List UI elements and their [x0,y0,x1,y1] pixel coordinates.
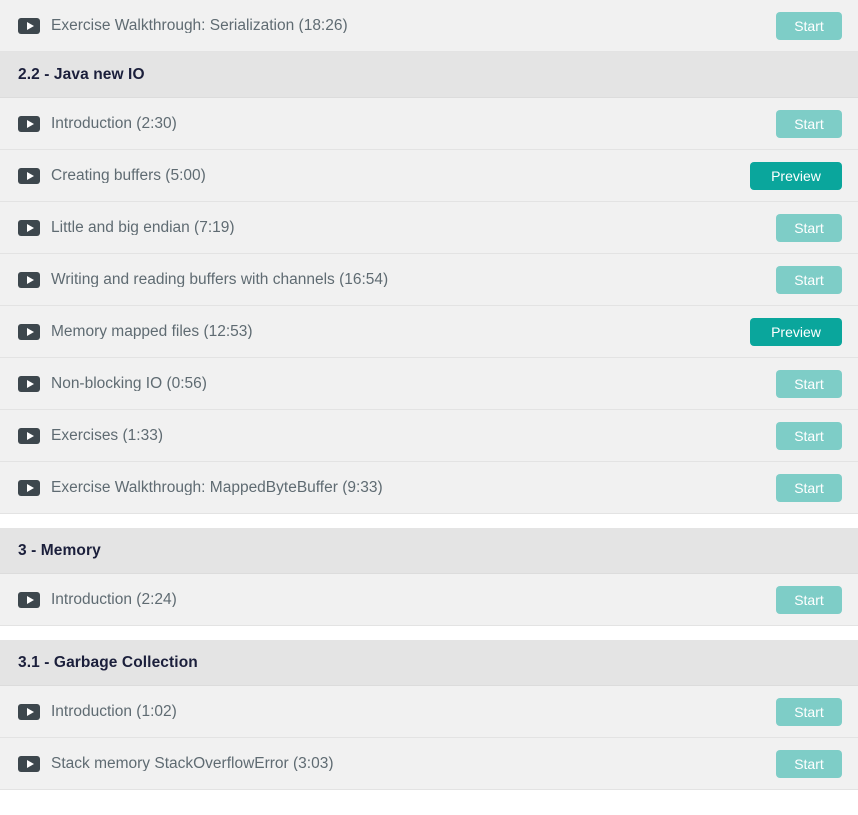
section-header: 3.1 - Garbage Collection [0,640,858,686]
play-badge-icon [18,271,40,288]
preview-button[interactable]: Preview [750,317,842,346]
lecture-label-group: Writing and reading buffers with channel… [18,271,776,288]
lecture-title: Exercises (1:33) [51,427,163,444]
section-header: 2.2 - Java new IO [0,52,858,98]
play-badge-icon [18,479,40,496]
play-badge-icon [18,115,40,132]
lecture-title: Writing and reading buffers with channel… [51,271,389,288]
lecture-row[interactable]: Writing and reading buffers with channel… [0,254,858,306]
lecture-label-group: Exercise Walkthrough: Serialization (18:… [18,17,776,34]
course-curriculum-list: Exercise Walkthrough: Serialization (18:… [0,0,858,790]
lecture-row[interactable]: Stack memory StackOverflowError (3:03) St… [0,738,858,790]
curriculum-section: 2.2 - Java new IO Introduction (2:30) Star… [0,52,858,514]
lecture-title: Introduction (1:02) [51,703,177,720]
play-badge-icon [18,755,40,772]
lecture-label-group: Introduction (1:02) [18,703,776,720]
play-badge-icon [18,167,40,184]
lecture-row[interactable]: Exercise Walkthrough: MappedByteBuffer (… [0,462,858,514]
lecture-row[interactable]: Introduction (2:24) Start [0,574,858,626]
play-badge-icon [18,703,40,720]
lecture-label-group: Introduction (2:24) [18,591,776,608]
lecture-label-group: Non-blocking IO (0:56) [18,375,776,392]
lecture-label-group: Memory mapped files (12:53) [18,323,750,340]
lecture-title: Introduction (2:30) [51,115,177,132]
lecture-row[interactable]: Exercise Walkthrough: Serialization (18:… [0,0,858,52]
section-header-title: 2.2 - Java new IO [18,65,145,83]
lecture-label-group: Exercise Walkthrough: MappedByteBuffer (… [18,479,776,496]
sections-container: 2.2 - Java new IO Introduction (2:30) Star… [0,52,858,790]
play-badge-icon [18,17,40,34]
start-button[interactable]: Start [776,213,842,242]
section-header: 3 - Memory [0,528,858,574]
lecture-label-group: Little and big endian (7:19) [18,219,776,236]
play-badge-icon [18,375,40,392]
lecture-title: Exercise Walkthrough: MappedByteBuffer (… [51,479,383,496]
lecture-row[interactable]: Introduction (1:02) Start [0,686,858,738]
start-button[interactable]: Start [776,369,842,398]
play-badge-icon [18,323,40,340]
lecture-row[interactable]: Exercises (1:33) Start [0,410,858,462]
section-header-title: 3 - Memory [18,541,101,559]
lecture-label-group: Creating buffers (5:00) [18,167,750,184]
start-button[interactable]: Start [776,585,842,614]
lecture-title: Memory mapped files (12:53) [51,323,253,340]
lecture-label-group: Exercises (1:33) [18,427,776,444]
play-badge-icon [18,219,40,236]
start-button[interactable]: Start [776,749,842,778]
start-button[interactable]: Start [776,421,842,450]
curriculum-section: 3 - Memory Introduction (2:24) Start [0,528,858,626]
lecture-label-group: Introduction (2:30) [18,115,776,132]
start-button[interactable]: Start [776,109,842,138]
lecture-title: Creating buffers (5:00) [51,167,206,184]
lecture-row[interactable]: Introduction (2:30) Start [0,98,858,150]
play-badge-icon [18,591,40,608]
lecture-title: Non-blocking IO (0:56) [51,375,207,392]
section-header-title: 3.1 - Garbage Collection [18,653,198,671]
lecture-title: Exercise Walkthrough: Serialization (18:… [51,17,348,34]
curriculum-section: 3.1 - Garbage Collection Introduction (1:… [0,640,858,790]
lecture-title: Stack memory StackOverflowError (3:03) [51,755,334,772]
partial-section-top: Exercise Walkthrough: Serialization (18:… [0,0,858,52]
lecture-title: Little and big endian (7:19) [51,219,235,236]
lecture-row[interactable]: Creating buffers (5:00) Preview [0,150,858,202]
lecture-row[interactable]: Memory mapped files (12:53) Preview [0,306,858,358]
lecture-row[interactable]: Little and big endian (7:19) Start [0,202,858,254]
start-button[interactable]: Start [776,697,842,726]
lecture-row[interactable]: Non-blocking IO (0:56) Start [0,358,858,410]
play-badge-icon [18,427,40,444]
lecture-title: Introduction (2:24) [51,591,177,608]
preview-button[interactable]: Preview [750,161,842,190]
lecture-label-group: Stack memory StackOverflowError (3:03) [18,755,776,772]
start-button[interactable]: Start [776,473,842,502]
start-button[interactable]: Start [776,265,842,294]
start-button[interactable]: Start [776,11,842,40]
